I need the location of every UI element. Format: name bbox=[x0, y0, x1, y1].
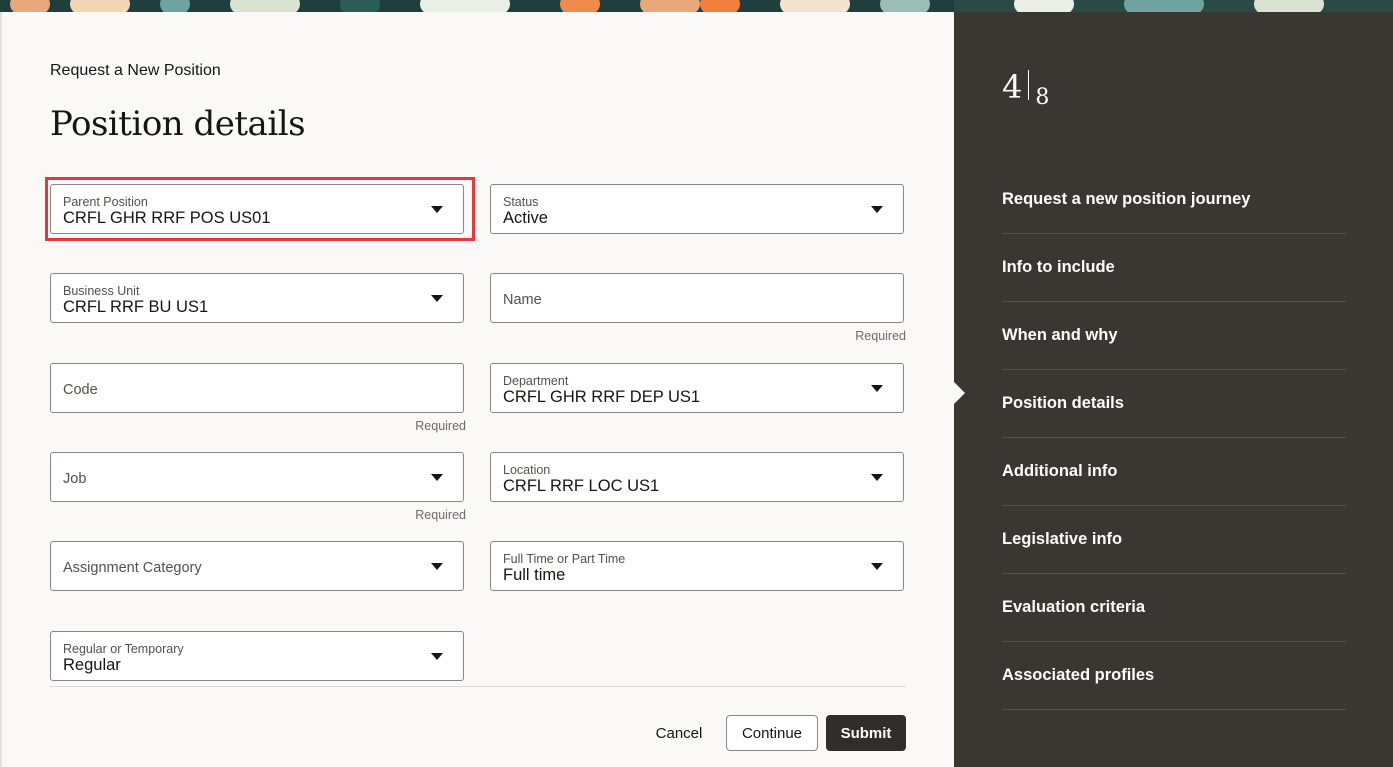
decorative-banner bbox=[0, 0, 954, 12]
decorative-banner-right bbox=[954, 0, 1393, 12]
full-part-time-select[interactable]: Full Time or Part Time Full time bbox=[490, 541, 904, 591]
step-item[interactable]: Additional info bbox=[1002, 438, 1346, 506]
name-placeholder: Name bbox=[503, 292, 542, 308]
step-label: Associated profiles bbox=[1002, 666, 1155, 684]
full-part-time-label: Full Time or Part Time bbox=[503, 552, 626, 566]
current-step-indicator bbox=[954, 382, 965, 404]
assignment-category-placeholder: Assignment Category bbox=[63, 560, 202, 576]
assignment-category-select[interactable]: Assignment Category bbox=[50, 541, 464, 591]
step-label: Request a new position journey bbox=[1002, 190, 1251, 208]
business-unit-value: CRFL RRF BU US1 bbox=[63, 298, 209, 316]
regular-temporary-label: Regular or Temporary bbox=[63, 642, 184, 656]
step-label: Info to include bbox=[1002, 258, 1115, 276]
regular-temporary-value: Regular bbox=[63, 656, 121, 674]
continue-button[interactable]: Continue bbox=[726, 715, 818, 751]
step-item[interactable]: Associated profiles bbox=[1002, 642, 1346, 710]
chevron-down-icon[interactable] bbox=[431, 563, 443, 570]
step-item[interactable]: Legislative info bbox=[1002, 506, 1346, 574]
chevron-down-icon[interactable] bbox=[431, 206, 443, 213]
department-select[interactable]: Department CRFL GHR RRF DEP US1 bbox=[490, 363, 904, 413]
chevron-down-icon[interactable] bbox=[871, 206, 883, 213]
job-required-hint: Required bbox=[415, 508, 466, 522]
step-counter: 48 bbox=[1002, 68, 1049, 110]
footer-divider bbox=[50, 686, 906, 687]
page-title: Position details bbox=[50, 104, 306, 144]
chevron-down-icon[interactable] bbox=[871, 563, 883, 570]
parent-position-select[interactable]: Parent Position CRFL GHR RRF POS US01 bbox=[50, 184, 464, 234]
chevron-down-icon[interactable] bbox=[871, 474, 883, 481]
location-select[interactable]: Location CRFL RRF LOC US1 bbox=[490, 452, 904, 502]
name-input[interactable]: Name bbox=[490, 273, 904, 323]
step-label: Legislative info bbox=[1002, 530, 1123, 548]
step-label: When and why bbox=[1002, 326, 1118, 344]
step-label: Evaluation criteria bbox=[1002, 598, 1146, 616]
breadcrumb: Request a New Position bbox=[50, 62, 221, 79]
name-required-hint: Required bbox=[855, 329, 906, 343]
location-label: Location bbox=[503, 463, 551, 477]
department-value: CRFL GHR RRF DEP US1 bbox=[503, 388, 701, 406]
location-value: CRFL RRF LOC US1 bbox=[503, 477, 660, 495]
job-select[interactable]: Job bbox=[50, 452, 464, 502]
step-item[interactable]: When and why bbox=[1002, 302, 1346, 370]
status-label: Status bbox=[503, 195, 539, 209]
chevron-down-icon[interactable] bbox=[431, 474, 443, 481]
parent-position-label: Parent Position bbox=[63, 195, 148, 209]
code-input[interactable]: Code bbox=[50, 363, 464, 413]
parent-position-value: CRFL GHR RRF POS US01 bbox=[63, 209, 271, 227]
step-label: Additional info bbox=[1002, 462, 1118, 480]
step-separator bbox=[1028, 70, 1030, 100]
step-total: 8 bbox=[1035, 85, 1050, 110]
step-item[interactable]: Request a new position journey bbox=[1002, 166, 1346, 234]
code-required-hint: Required bbox=[415, 419, 466, 433]
cancel-button[interactable]: Cancel bbox=[646, 715, 712, 751]
chevron-down-icon[interactable] bbox=[871, 385, 883, 392]
step-label: Position details bbox=[1002, 394, 1124, 412]
chevron-down-icon[interactable] bbox=[431, 295, 443, 302]
business-unit-select[interactable]: Business Unit CRFL RRF BU US1 bbox=[50, 273, 464, 323]
department-label: Department bbox=[503, 374, 569, 388]
chevron-down-icon[interactable] bbox=[431, 653, 443, 660]
step-item[interactable]: Evaluation criteria bbox=[1002, 574, 1346, 642]
status-value: Active bbox=[503, 209, 548, 227]
steps-list: Request a new position journey Info to i… bbox=[1002, 166, 1346, 710]
code-placeholder: Code bbox=[63, 382, 98, 398]
full-part-time-value: Full time bbox=[503, 566, 566, 584]
journey-sidebar: 48 Request a new position journey Info t… bbox=[954, 12, 1393, 767]
step-current: 4 bbox=[1002, 68, 1023, 106]
left-edge bbox=[0, 12, 2, 767]
status-select[interactable]: Status Active bbox=[490, 184, 904, 234]
submit-button[interactable]: Submit bbox=[826, 715, 906, 751]
job-placeholder: Job bbox=[63, 471, 87, 487]
business-unit-label: Business Unit bbox=[63, 284, 140, 298]
regular-temporary-select[interactable]: Regular or Temporary Regular bbox=[50, 631, 464, 681]
step-item[interactable]: Info to include bbox=[1002, 234, 1346, 302]
step-item-current[interactable]: Position details bbox=[1002, 370, 1346, 438]
